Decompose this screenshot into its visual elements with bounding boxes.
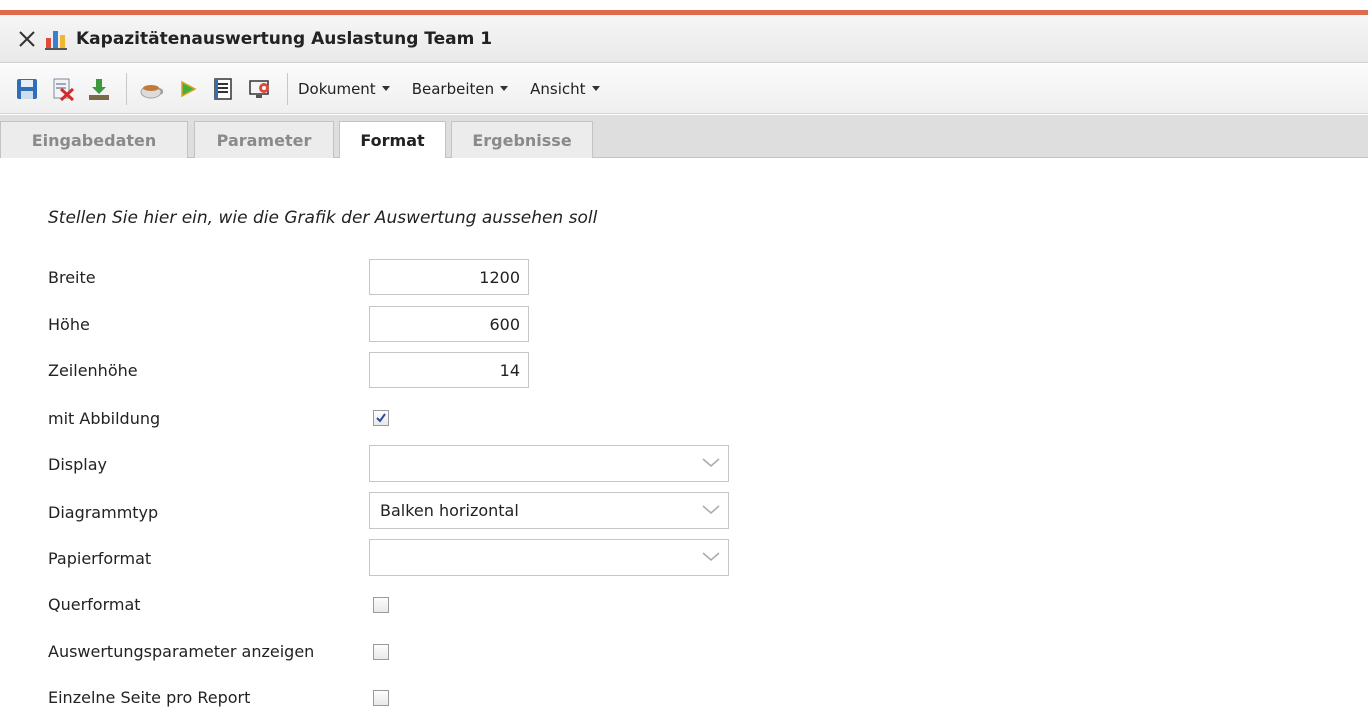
checkmark-icon [376,413,386,423]
tab-ergebnisse-label: Ergebnisse [472,130,572,150]
mit-abbildung-checkbox[interactable] [373,410,389,426]
hoehe-input[interactable] [369,306,529,342]
display-label: Display [48,455,107,474]
tab-format-label: Format [360,131,425,150]
chevron-down-icon [702,505,720,514]
menu-bearbeiten[interactable]: Bearbeiten [411,79,509,98]
format-panel: Stellen Sie hier ein, wie die Grafik der… [0,158,1368,715]
einzelne-seite-label: Einzelne Seite pro Report [48,688,251,707]
auswertungsparameter-checkbox[interactable] [373,644,389,660]
querformat-label: Querformat [48,595,141,614]
window-title: Kapazitätenauswertung Auslastung Team 1 [76,28,493,49]
chevron-down-icon [591,86,600,91]
play-arrow-icon[interactable] [173,72,203,106]
close-icon[interactable] [10,15,44,63]
diagrammtyp-value: Balken horizontal [380,501,519,520]
menu-dokument[interactable]: Dokument [298,80,390,98]
bar-chart-icon [44,28,68,50]
chevron-down-icon [381,86,390,91]
tab-eingabedaten[interactable]: Eingabedaten [0,121,188,158]
window-titlebar: Kapazitätenauswertung Auslastung Team 1 [0,15,1368,63]
papierformat-label: Papierformat [48,549,152,568]
menu-ansicht[interactable]: Ansicht [530,79,600,98]
display-select[interactable] [369,445,729,482]
tab-ergebnisse[interactable]: Ergebnisse [451,121,593,158]
mit-abbildung-label: mit Abbildung [48,409,161,428]
breite-label: Breite [48,268,96,287]
coffee-cup-icon[interactable] [137,72,167,106]
diagrammtyp-select[interactable]: Balken horizontal [369,492,729,529]
tab-format[interactable]: Format [339,121,446,159]
zeilenhoehe-label: Zeilenhöhe [48,361,138,380]
toolbar-separator [126,72,127,105]
monitor-settings-icon[interactable] [245,72,275,106]
auswertungsparameter-label: Auswertungsparameter anzeigen [48,642,315,661]
toolbar: Dokument Bearbeiten Ansicht [0,64,1368,114]
list-document-icon[interactable] [209,72,239,106]
format-hint: Stellen Sie hier ein, wie die Grafik der… [48,208,598,228]
zeilenhoehe-input[interactable] [369,352,529,388]
save-icon[interactable] [12,72,42,106]
querformat-checkbox[interactable] [373,597,389,613]
chevron-down-icon [702,458,720,467]
download-icon[interactable] [84,72,114,106]
breite-input[interactable] [369,259,529,295]
diagrammtyp-label: Diagrammtyp [48,503,159,522]
papierformat-select[interactable] [369,539,729,576]
menu-dokument-label: Dokument [298,79,376,98]
hoehe-label: Höhe [48,315,90,334]
tab-parameter-label: Parameter [216,130,312,150]
chevron-down-icon [702,552,720,561]
delete-document-icon[interactable] [48,72,78,106]
menu-ansicht-label: Ansicht [530,79,586,98]
toolbar-separator [287,72,288,105]
tab-strip: Eingabedaten Parameter Format Ergebnisse [0,115,1368,159]
einzelne-seite-checkbox[interactable] [373,690,389,706]
chevron-down-icon [500,86,509,91]
tab-eingabedaten-label: Eingabedaten [31,130,157,150]
menu-bearbeiten-label: Bearbeiten [411,79,495,98]
tab-parameter[interactable]: Parameter [194,121,334,158]
